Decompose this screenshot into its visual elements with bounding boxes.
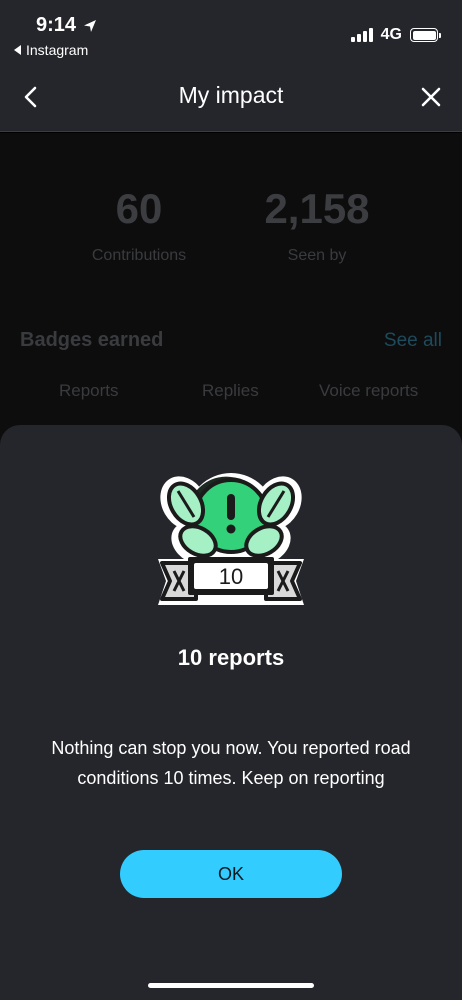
badge-description: Nothing can stop you now. You reported r… bbox=[51, 738, 411, 788]
ok-button[interactable]: OK bbox=[120, 850, 342, 898]
badges-heading: Badges earned bbox=[20, 329, 164, 351]
close-icon bbox=[421, 87, 441, 107]
location-arrow-icon bbox=[84, 19, 97, 32]
close-button[interactable] bbox=[414, 80, 448, 114]
seen-by-stat: 2,158 Seen by bbox=[217, 185, 417, 265]
badge-tab-voice-reports[interactable]: Voice reports bbox=[319, 381, 418, 401]
see-all-link[interactable]: See all bbox=[384, 330, 442, 352]
contributions-label: Contributions bbox=[91, 247, 187, 264]
cell-signal-icon bbox=[350, 28, 373, 42]
network-type: 4G bbox=[380, 26, 402, 43]
badge-tab-replies[interactable]: Replies bbox=[202, 381, 259, 401]
badge-title: 10 reports bbox=[177, 645, 285, 670]
page-title: My impact bbox=[178, 82, 284, 108]
back-app-label: Instagram bbox=[26, 42, 89, 58]
home-indicator[interactable] bbox=[148, 983, 314, 988]
status-bar: 9:14 Instagram 4G bbox=[0, 0, 462, 62]
reports-badge-icon: 10 bbox=[158, 473, 304, 605]
navigation-bar: My impact bbox=[0, 62, 462, 132]
badge-number: 10 bbox=[219, 564, 243, 589]
back-triangle-icon bbox=[14, 45, 21, 55]
seen-by-label: Seen by bbox=[287, 247, 347, 264]
badge-detail-sheet: 10 10 reports Nothing can stop you now. … bbox=[0, 425, 462, 1000]
status-time-group: 9:14 bbox=[36, 14, 98, 37]
status-time: 9:14 bbox=[36, 14, 77, 36]
contributions-value: 60 bbox=[115, 185, 163, 232]
seen-by-value: 2,158 bbox=[264, 185, 370, 232]
contributions-stat: 60 Contributions bbox=[39, 185, 239, 265]
battery-icon bbox=[410, 28, 441, 42]
status-indicators: 4G bbox=[350, 26, 441, 44]
badge-tab-reports[interactable]: Reports bbox=[59, 381, 119, 401]
back-to-app-link[interactable]: Instagram bbox=[14, 42, 88, 58]
